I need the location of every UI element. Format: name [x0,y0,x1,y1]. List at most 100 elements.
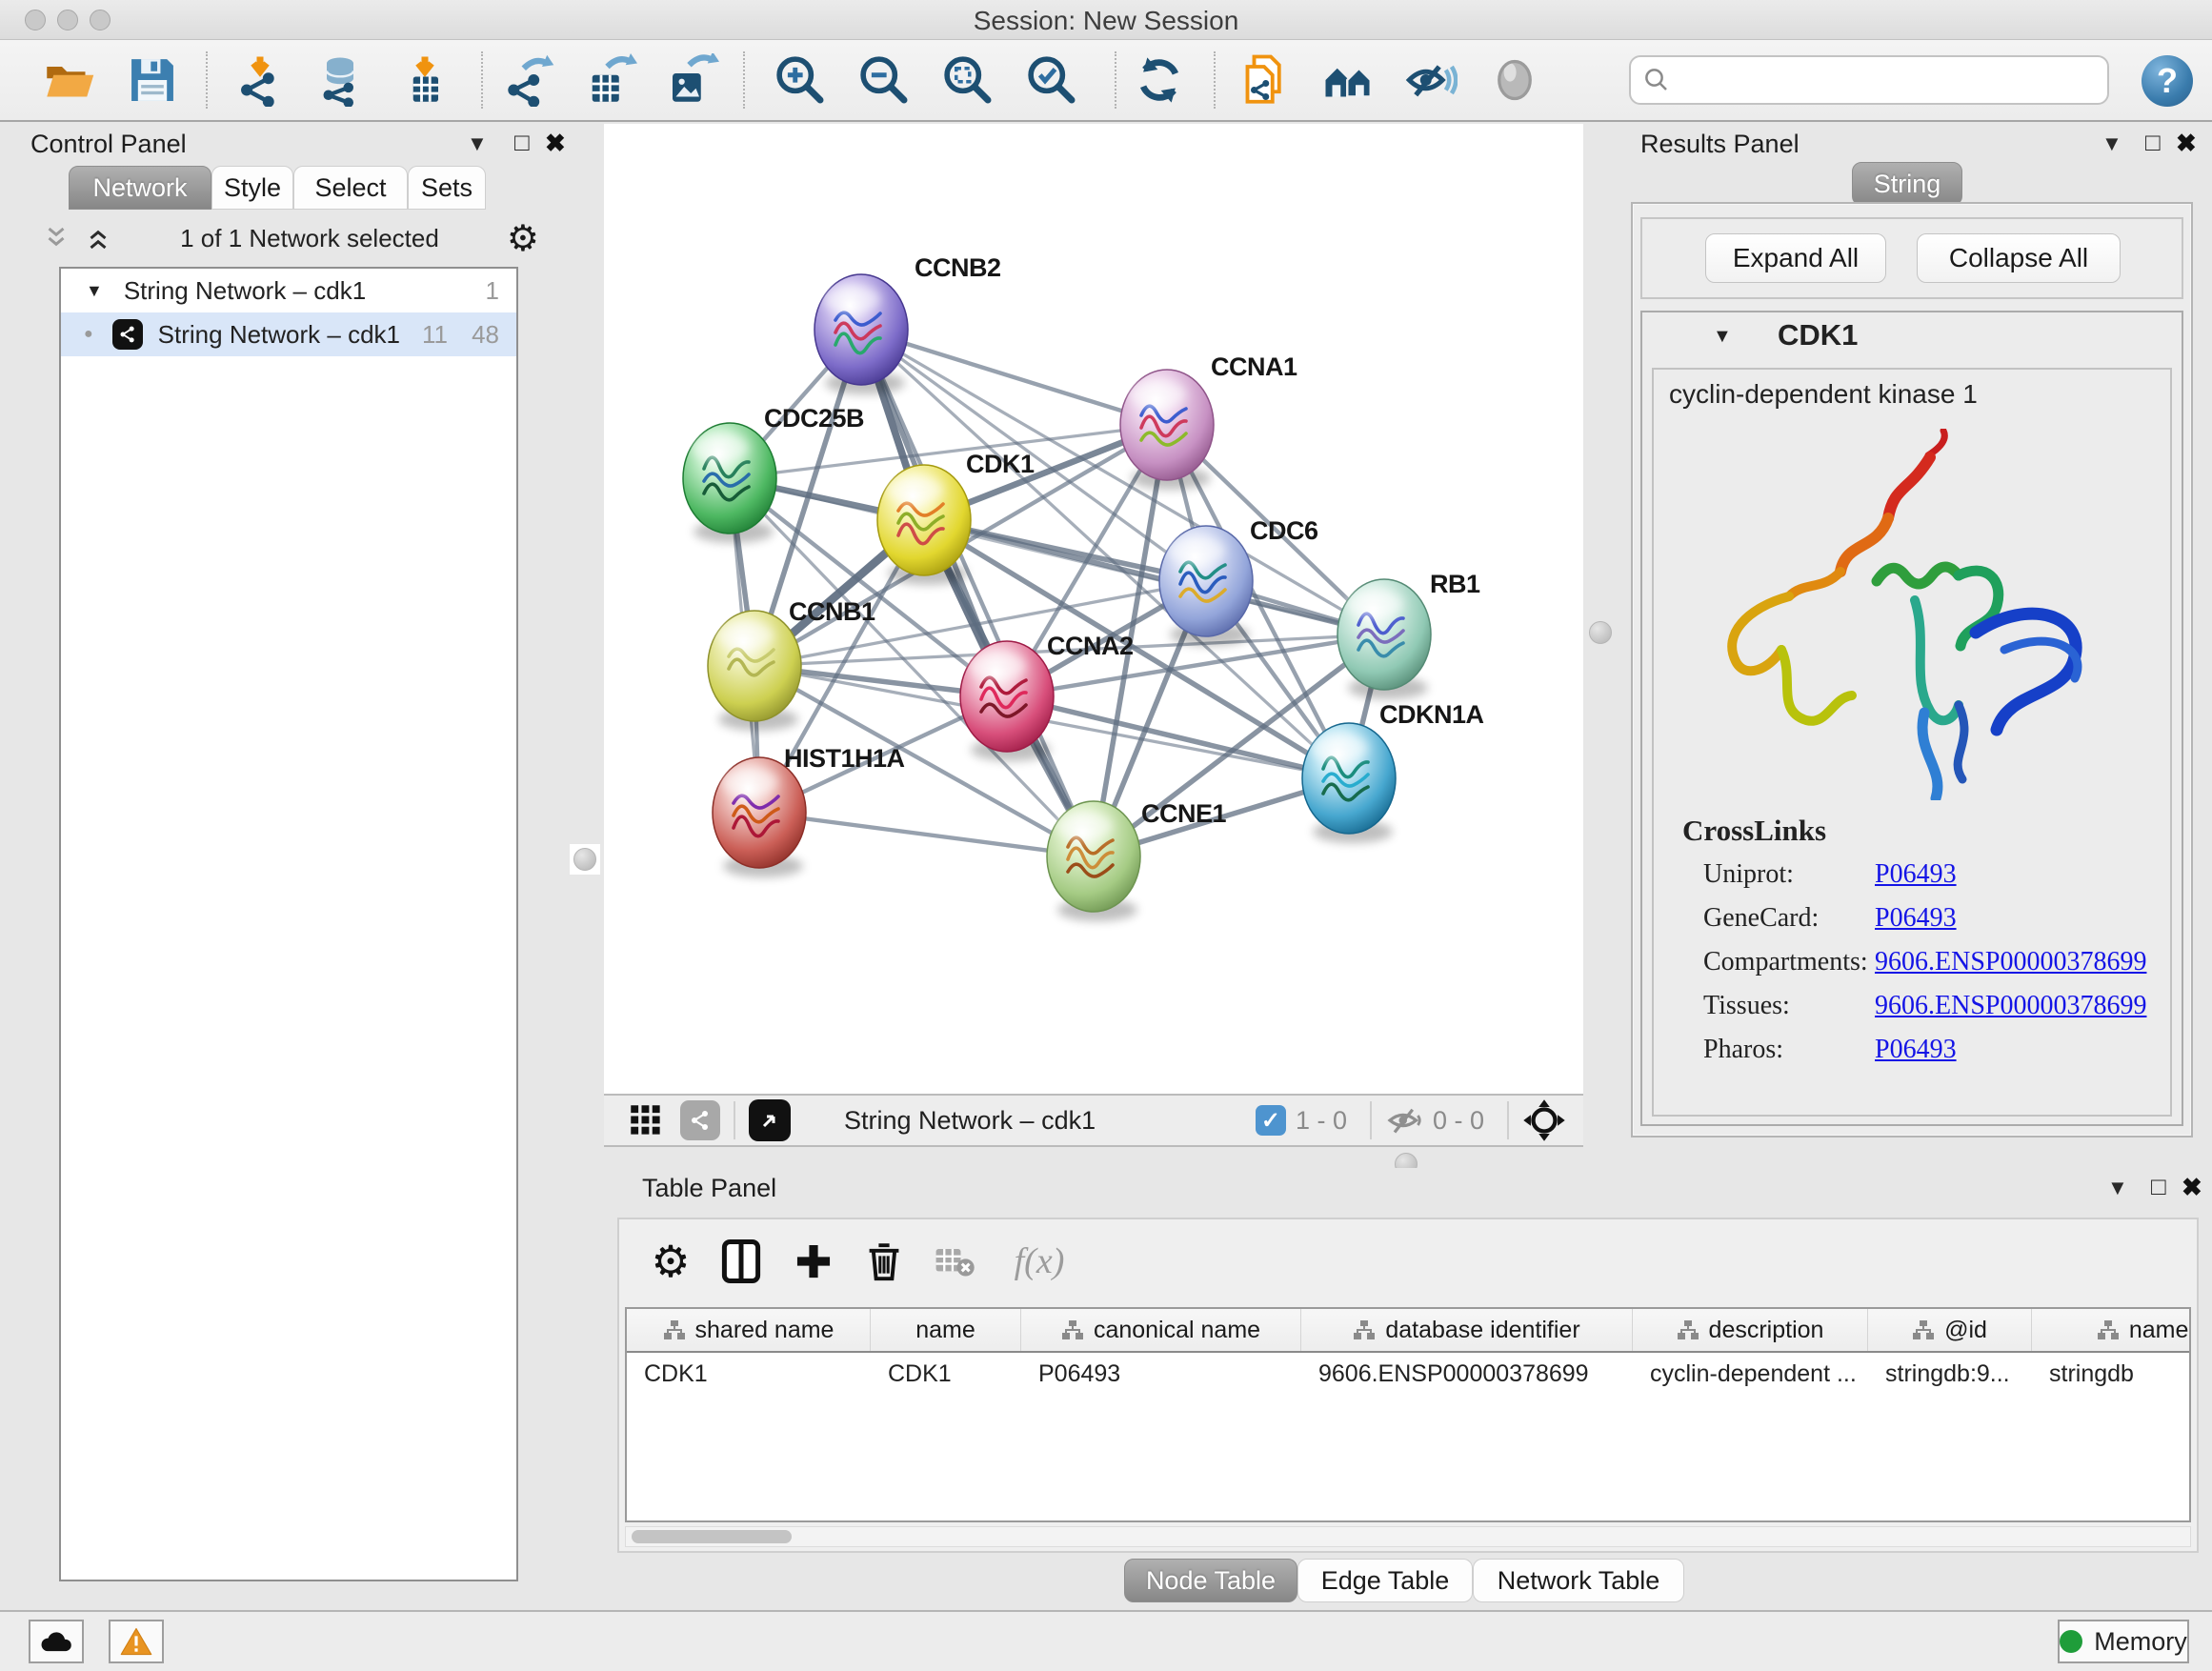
export-network-icon [502,53,555,107]
cloud-status-button[interactable] [29,1620,84,1663]
warning-status-button[interactable] [109,1620,164,1663]
warning-icon [119,1626,153,1657]
toolbar-separator [734,1101,735,1139]
column-header-name[interactable]: name [871,1309,1021,1351]
network-collection-row[interactable]: ▼ String Network – cdk1 1 [61,269,516,312]
network-node-ccnb1[interactable]: CCNB1 [708,597,875,731]
save-session-button[interactable] [124,51,181,109]
expand-all-button[interactable]: Expand All [1705,233,1886,283]
hide-selected-button[interactable] [1402,51,1459,109]
node-label: CDKN1A [1379,700,1484,729]
network-options-gear-icon[interactable]: ⚙ [507,217,539,260]
panel-close-icon[interactable]: ✖ [2176,129,2197,158]
panel-collapse-icon[interactable]: ▼ [2107,1176,2128,1200]
column-header-shared-name[interactable]: shared name [627,1309,871,1351]
function-builder-button[interactable]: f(x) [996,1231,1082,1292]
crosslink-genecard-link[interactable]: P06493 [1875,903,1957,934]
crosshair-icon[interactable] [1522,1098,1566,1142]
network-node-ccna2[interactable]: CCNA2 [960,632,1134,761]
crosslink-label: GeneCard: [1703,903,1819,934]
search-field[interactable] [1629,55,2109,105]
network-edge[interactable] [759,813,1094,856]
show-all-button[interactable] [1486,51,1543,109]
network-node-rb1[interactable]: RB1 [1337,570,1480,699]
delete-table-button[interactable] [924,1231,985,1292]
network-edge[interactable] [861,330,1094,856]
network-row-selected[interactable]: ● String Network – cdk1 11 48 [61,312,516,356]
hidden-eye-slash-icon[interactable] [1385,1101,1423,1139]
import-table-button[interactable] [396,51,453,109]
table-horizontal-scrollbar[interactable] [625,1526,2191,1547]
toolbar-separator [1507,1101,1509,1139]
panel-close-icon[interactable]: ✖ [2182,1173,2202,1202]
zoom-out-button[interactable] [855,51,913,109]
panel-float-icon[interactable]: □ [514,128,530,157]
tab-select[interactable]: Select [293,166,408,210]
help-button[interactable]: ? [2142,55,2193,107]
search-input[interactable] [1671,66,2081,95]
table-container: ⚙ [617,1218,2199,1553]
network-node-hist1h1a[interactable]: HIST1H1A [713,744,905,877]
panel-close-icon[interactable]: ✖ [545,129,566,158]
network-collection-label: String Network – cdk1 [124,276,366,306]
node-table[interactable]: shared name name canonical name database… [625,1307,2191,1522]
zoom-in-button[interactable] [772,51,829,109]
scrollbar-thumb[interactable] [632,1530,792,1543]
expand-all-chevron-icon[interactable] [84,224,112,252]
open-session-button[interactable] [40,51,97,109]
zoom-fit-button[interactable] [939,51,996,109]
add-column-button[interactable] [783,1231,844,1292]
zoom-selected-button[interactable] [1023,51,1080,109]
tab-node-table[interactable]: Node Table [1124,1559,1297,1602]
tab-style[interactable]: Style [211,166,293,210]
column-header-database-identifier[interactable]: database identifier [1301,1309,1633,1351]
collapse-all-chevron-icon[interactable] [42,224,70,252]
memory-button[interactable]: Memory [2058,1620,2189,1663]
column-header-canonical-name[interactable]: canonical name [1021,1309,1301,1351]
gene-name: CDK1 [1778,318,1858,352]
birdseye-toggle-icon[interactable] [749,1099,791,1141]
collapse-all-button[interactable]: Collapse All [1917,233,2121,283]
export-table-button[interactable] [582,51,639,109]
tab-network[interactable]: Network [69,166,211,210]
crosslink-tissues-link[interactable]: 9606.ENSP00000378699 [1875,991,2146,1021]
share-view-icon[interactable] [680,1100,720,1140]
network-node-cdkn1a[interactable]: CDKN1A [1302,700,1484,843]
column-header-namespace[interactable]: namespace [2032,1309,2191,1351]
selected-nodes-checkbox[interactable]: ✓ [1256,1105,1286,1136]
network-node-ccne1[interactable]: CCNE1 [1047,799,1227,921]
panel-float-icon[interactable]: □ [2145,128,2161,157]
tree-expand-icon[interactable]: ▼ [86,281,103,301]
show-columns-button[interactable] [711,1231,772,1292]
refresh-button[interactable] [1131,51,1188,109]
column-header-id[interactable]: @id [1868,1309,2032,1351]
gene-description: cyclin-dependent kinase 1 [1669,379,1978,410]
delete-column-button[interactable] [854,1231,915,1292]
grid-view-icon[interactable] [629,1103,663,1137]
gene-expand-icon[interactable]: ▼ [1713,326,1732,348]
crosslink-compartments-link[interactable]: 9606.ENSP00000378699 [1875,947,2146,977]
tab-edge-table[interactable]: Edge Table [1297,1559,1473,1602]
import-network-button[interactable] [231,51,289,109]
tab-sets[interactable]: Sets [408,166,486,210]
table-row[interactable]: CDK1 CDK1 P06493 9606.ENSP00000378699 cy… [627,1353,2189,1395]
clone-network-button[interactable] [1236,51,1293,109]
panel-collapse-icon[interactable]: ▼ [467,131,488,156]
export-network-button[interactable] [500,51,557,109]
panel-collapse-icon[interactable]: ▼ [2101,131,2122,156]
tab-string[interactable]: String [1852,162,1962,206]
right-splitter-handle[interactable] [1585,617,1616,648]
birdseye-houses-button[interactable] [1320,51,1377,109]
export-image-button[interactable] [664,51,721,109]
left-splitter-handle[interactable] [570,844,600,875]
column-header-description[interactable]: description [1633,1309,1868,1351]
string-network-graph[interactable]: CCNB2CCNA1CDC25BCDK1CDC6RB1CCNB1CCNA2CDK… [604,124,1583,1094]
crosslink-pharos-link[interactable]: P06493 [1875,1035,1957,1065]
panel-float-icon[interactable]: □ [2151,1172,2166,1201]
tab-network-table[interactable]: Network Table [1473,1559,1684,1602]
table-settings-button[interactable]: ⚙ [640,1231,701,1292]
crosslink-uniprot-link[interactable]: P06493 [1875,859,1957,890]
network-view-canvas[interactable]: CCNB2CCNA1CDC25BCDK1CDC6RB1CCNB1CCNA2CDK… [604,124,1583,1094]
network-node-ccna1[interactable]: CCNA1 [1120,352,1297,490]
import-database-button[interactable] [312,51,369,109]
